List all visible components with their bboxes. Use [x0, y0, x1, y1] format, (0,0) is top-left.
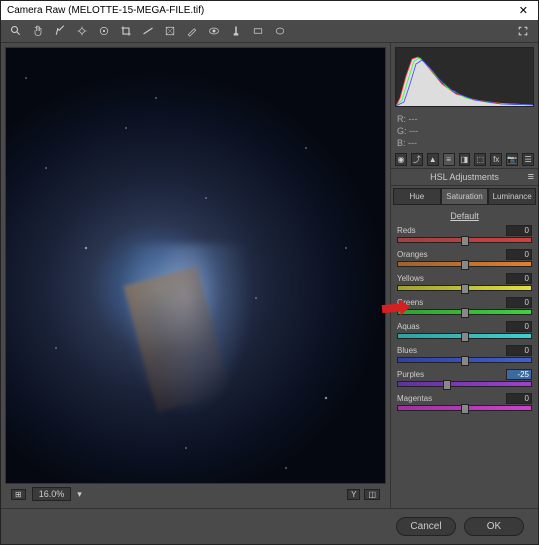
image-preview[interactable] [5, 47, 386, 484]
window-title: Camera Raw (MELOTTE-15-MEGA-FILE.tif) [7, 5, 204, 16]
statusbar: ⊞ 16.0% ▾ Y ◫ [5, 484, 386, 504]
tab-luminance[interactable]: Luminance [488, 188, 536, 205]
aquas-value[interactable]: 0 [506, 321, 532, 332]
slider-blues: Blues0 [397, 345, 532, 363]
white-balance-tool-icon[interactable] [53, 24, 67, 38]
oranges-value[interactable]: 0 [506, 249, 532, 260]
greens-track[interactable] [397, 309, 532, 315]
split-tone-panel-icon[interactable]: ◨ [459, 153, 471, 166]
magentas-thumb[interactable] [461, 404, 469, 414]
tab-saturation[interactable]: Saturation [441, 188, 489, 205]
transform-tool-icon[interactable] [163, 24, 177, 38]
calibration-panel-icon[interactable]: 📷 [506, 153, 518, 166]
targeted-adjust-tool-icon[interactable] [97, 24, 111, 38]
yellows-value[interactable]: 0 [506, 273, 532, 284]
purples-thumb[interactable] [443, 380, 451, 390]
panel-tab-strip: ◉ ⤴ ▲ ≡ ◨ ⬚ fx 📷 ☰ [391, 151, 538, 169]
magentas-track[interactable] [397, 405, 532, 411]
blues-value[interactable]: 0 [506, 345, 532, 356]
reds-track[interactable] [397, 237, 532, 243]
hsl-mode-tabs: Hue Saturation Luminance [391, 186, 538, 207]
greens-value[interactable]: 0 [506, 297, 532, 308]
radial-filter-tool-icon[interactable] [273, 24, 287, 38]
toolbar [1, 20, 538, 43]
crop-tool-icon[interactable] [119, 24, 133, 38]
yellows-track[interactable] [397, 285, 532, 291]
ok-button[interactable]: OK [464, 517, 524, 536]
panel-menu-icon[interactable]: ≡ [528, 171, 534, 183]
slider-purples: Purples-25 [397, 369, 532, 387]
cancel-button[interactable]: Cancel [396, 517, 456, 536]
aquas-thumb[interactable] [461, 332, 469, 342]
purples-value[interactable]: -25 [506, 369, 532, 380]
presets-panel-icon[interactable]: ☰ [522, 153, 534, 166]
color-sampler-tool-icon[interactable] [75, 24, 89, 38]
graduated-filter-tool-icon[interactable] [251, 24, 265, 38]
slider-yellows: Yellows0 [397, 273, 532, 291]
aquas-track[interactable] [397, 333, 532, 339]
tab-hue[interactable]: Hue [393, 188, 441, 205]
panel-title: HSL Adjustments ≡ [391, 169, 538, 186]
close-icon[interactable]: ✕ [515, 4, 532, 17]
lens-panel-icon[interactable]: ⬚ [474, 153, 486, 166]
side-panel: R: --- G: --- B: --- ◉ ⤴ ▲ ≡ ◨ ⬚ fx 📷 ☰ … [390, 43, 538, 508]
magentas-value[interactable]: 0 [506, 393, 532, 404]
reds-thumb[interactable] [461, 236, 469, 246]
zoom-chevron-icon[interactable]: ▾ [77, 489, 82, 500]
footer: Cancel OK [1, 508, 538, 544]
fx-panel-icon[interactable]: fx [490, 153, 502, 166]
fullscreen-toggle-icon[interactable] [516, 24, 530, 38]
slider-group: Reds0 Oranges0 Yellows0 Greens0 Aquas0 [391, 225, 538, 417]
curve-panel-icon[interactable]: ⤴ [411, 153, 423, 166]
zoom-level[interactable]: 16.0% [32, 487, 72, 501]
straighten-tool-icon[interactable] [141, 24, 155, 38]
oranges-track[interactable] [397, 261, 532, 267]
greens-thumb[interactable] [461, 308, 469, 318]
hsl-panel-icon[interactable]: ≡ [443, 153, 455, 166]
basic-panel-icon[interactable]: ◉ [395, 153, 407, 166]
slider-magentas: Magentas0 [397, 393, 532, 411]
titlebar: Camera Raw (MELOTTE-15-MEGA-FILE.tif) ✕ [1, 1, 538, 20]
slider-reds: Reds0 [397, 225, 532, 243]
preview-pane: ⊞ 16.0% ▾ Y ◫ [1, 43, 390, 508]
reds-value[interactable]: 0 [506, 225, 532, 236]
histogram[interactable] [395, 47, 534, 107]
oranges-thumb[interactable] [461, 260, 469, 270]
detail-panel-icon[interactable]: ▲ [427, 153, 439, 166]
blues-track[interactable] [397, 357, 532, 363]
main-area: ⊞ 16.0% ▾ Y ◫ R: --- G: --- [1, 43, 538, 508]
slider-oranges: Oranges0 [397, 249, 532, 267]
yellows-thumb[interactable] [461, 284, 469, 294]
default-link[interactable]: Default [391, 207, 538, 225]
slider-greens: Greens0 [397, 297, 532, 315]
statusbar-btn-y[interactable]: Y [347, 489, 360, 500]
redeye-tool-icon[interactable] [207, 24, 221, 38]
statusbar-btn-compare[interactable]: ◫ [364, 489, 380, 500]
blues-thumb[interactable] [461, 356, 469, 366]
rgb-readout: R: --- G: --- B: --- [391, 111, 538, 151]
purples-track[interactable] [397, 381, 532, 387]
spot-removal-tool-icon[interactable] [185, 24, 199, 38]
view-grid-icon[interactable]: ⊞ [11, 489, 26, 500]
adjustment-brush-tool-icon[interactable] [229, 24, 243, 38]
camera-raw-window: Camera Raw (MELOTTE-15-MEGA-FILE.tif) ✕ … [0, 0, 539, 545]
slider-aquas: Aquas0 [397, 321, 532, 339]
hand-tool-icon[interactable] [31, 24, 45, 38]
zoom-tool-icon[interactable] [9, 24, 23, 38]
